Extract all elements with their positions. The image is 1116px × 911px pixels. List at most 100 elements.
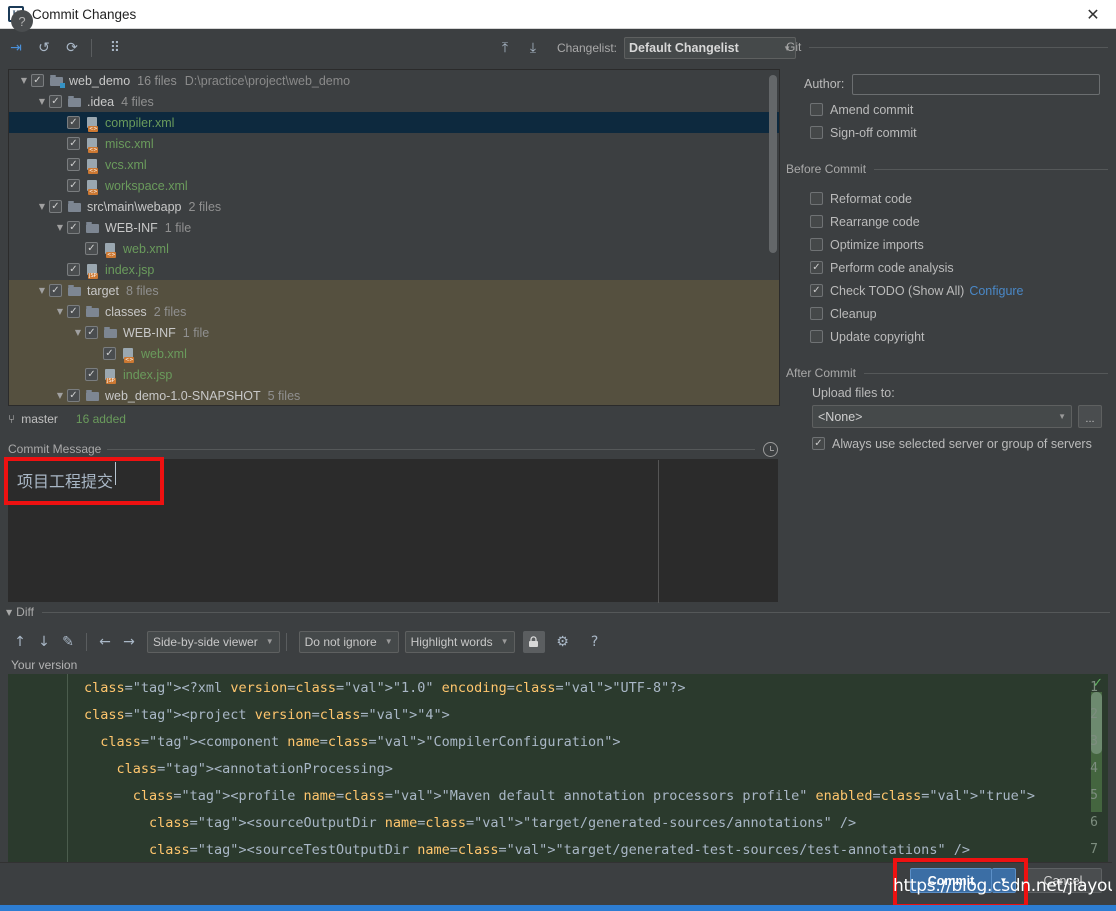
commit-message-input[interactable]: 项目工程提交 [8,459,778,603]
edit-source-icon[interactable]: ✎ [56,630,80,654]
tree-row[interactable]: ✓ <> web.xml [9,343,779,364]
file-checkbox[interactable]: ✓ [67,116,80,129]
tree-row[interactable]: ▼ ✓ .idea 4 files [9,91,779,112]
file-checkbox[interactable]: ✓ [67,221,80,234]
previous-difference-icon[interactable]: ↑ [8,630,32,654]
divider [874,168,1108,170]
help-icon[interactable]: ? [11,10,33,32]
file-checkbox[interactable]: ✓ [67,389,80,402]
collapse-all-icon[interactable]: ⤓ [521,36,545,60]
file-checkbox[interactable]: ✓ [49,284,62,297]
highlight-mode-dropdown[interactable]: Highlight words ▼ [404,630,515,653]
help-icon[interactable]: ? [583,630,607,654]
diff-code-pane[interactable]: ✓ 1 class="tag"><?xml version=class="val"… [8,674,1108,862]
commit-message-label: Commit Message [8,442,102,456]
before-commit-option-row[interactable]: Update copyright [786,325,1108,348]
always-use-server-checkbox[interactable]: ✓ [812,437,825,450]
tree-row[interactable]: ▼ ✓ WEB-INF 1 file [9,322,779,343]
lock-icon[interactable] [522,630,545,653]
changed-files-tree[interactable]: ▼ ✓ web_demo 16 files D:\practice\project\we… [8,69,780,406]
file-checkbox[interactable]: ✓ [49,200,62,213]
file-checkbox[interactable]: ✓ [85,368,98,381]
refresh-icon[interactable]: ⟳ [60,36,84,60]
amend-commit-row[interactable]: Amend commit [786,98,1108,121]
before-commit-checkbox[interactable] [810,238,823,251]
file-checkbox[interactable]: ✓ [85,242,98,255]
tree-row[interactable]: ▼ ✓ web_demo 16 files D:\practice\project\we… [9,70,779,91]
code-line: class="tag"><component name=class="val">… [100,734,621,750]
tree-row[interactable]: ✓ <> workspace.xml [9,175,779,196]
file-checkbox[interactable]: ✓ [49,95,62,108]
ignore-mode-dropdown[interactable]: Do not ignore ▼ [298,630,399,653]
expand-twisty-icon[interactable]: ▼ [35,202,49,211]
before-commit-checkbox[interactable]: ✓ [810,261,823,274]
line-number: 2 [1090,707,1098,722]
tree-row[interactable]: ▼ ✓ classes 2 files [9,301,779,322]
collapse-twisty-icon[interactable]: ▼ [6,608,12,617]
before-commit-option-row[interactable]: Reformat code [786,187,1108,210]
gear-icon[interactable]: ⚙ [551,630,575,654]
file-checkbox[interactable]: ✓ [85,326,98,339]
tree-scrollbar[interactable] [769,75,777,253]
file-checkbox[interactable]: ✓ [31,74,44,87]
next-difference-icon[interactable]: ↓ [32,630,56,654]
tree-row[interactable]: ▼ ✓ web_demo-1.0-SNAPSHOT 5 files [9,385,779,405]
viewer-mode-dropdown[interactable]: Side-by-side viewer ▼ [147,630,280,653]
expand-all-icon[interactable]: ⤒ [493,36,517,60]
clock-icon[interactable] [763,441,778,457]
expand-twisty-icon[interactable]: ▼ [35,97,49,106]
tree-row[interactable]: ✓ JSP index.jsp [9,259,779,280]
revert-icon[interactable]: ↺ [32,36,56,60]
file-checkbox[interactable]: ✓ [67,158,80,171]
expand-twisty-icon[interactable]: ▼ [53,307,67,316]
expand-twisty-icon[interactable]: ▼ [53,391,67,400]
amend-commit-checkbox[interactable] [810,103,823,116]
before-commit-option-row[interactable]: ✓ Perform code analysis [786,256,1108,279]
window-title-bar: IJ Commit Changes ✕ [0,0,1116,29]
expand-twisty-icon[interactable]: ▼ [53,223,67,232]
close-icon[interactable]: ✕ [1070,0,1116,29]
file-checkbox[interactable]: ✓ [67,263,80,276]
before-commit-option-row[interactable]: Cleanup [786,302,1108,325]
tree-row[interactable]: ✓ <> web.xml [9,238,779,259]
file-checkbox[interactable]: ✓ [67,137,80,150]
signoff-commit-checkbox[interactable] [810,126,823,139]
tree-row[interactable]: ✓ JSP index.jsp [9,364,779,385]
tree-row[interactable]: ▼ ✓ target 8 files [9,280,779,301]
configure-link[interactable]: Configure [969,284,1023,298]
previous-file-icon[interactable]: ← [93,630,117,654]
tree-row[interactable]: ✓ <> compiler.xml [9,112,779,133]
show-diff-icon[interactable]: ⇥ [4,36,28,60]
tree-row[interactable]: ▼ ✓ WEB-INF 1 file [9,217,779,238]
group-by-icon[interactable]: ⠿ [103,36,127,60]
jsp-file-icon: JSP [85,263,101,279]
git-branch-icon: ⑂ [8,412,16,426]
file-checkbox[interactable]: ✓ [67,305,80,318]
tree-row[interactable]: ✓ <> misc.xml [9,133,779,154]
upload-server-dropdown[interactable]: <None> ▼ [812,405,1072,428]
before-commit-option-row[interactable]: Optimize imports [786,233,1108,256]
diff-section-header[interactable]: ▼ Diff [6,604,1110,620]
expand-twisty-icon[interactable]: ▼ [35,286,49,295]
before-commit-checkbox[interactable] [810,192,823,205]
author-field[interactable] [852,73,1101,95]
file-checkbox[interactable]: ✓ [103,347,116,360]
next-file-icon[interactable]: → [117,630,141,654]
expand-twisty-icon[interactable]: ▼ [71,328,85,337]
before-commit-checkbox[interactable] [810,215,823,228]
before-commit-option-row[interactable]: Rearrange code [786,210,1108,233]
browse-servers-button[interactable]: ... [1078,405,1102,428]
tree-row[interactable]: ▼ ✓ src\main\webapp 2 files [9,196,779,217]
tree-row[interactable]: ✓ <> vcs.xml [9,154,779,175]
window-title: Commit Changes [32,6,137,22]
added-count: 16 added [75,412,126,426]
before-commit-option-row[interactable]: ✓ Check TODO (Show All) Configure [786,279,1108,302]
expand-twisty-icon[interactable]: ▼ [17,76,31,85]
before-commit-checkbox[interactable]: ✓ [810,284,823,297]
before-commit-checkbox[interactable] [810,307,823,320]
always-use-server-row[interactable]: ✓ Always use selected server or group of… [786,432,1108,455]
before-commit-checkbox[interactable] [810,330,823,343]
changelist-dropdown[interactable]: Default Changelist ▼ [624,37,796,59]
signoff-commit-row[interactable]: Sign-off commit [786,121,1108,144]
file-checkbox[interactable]: ✓ [67,179,80,192]
